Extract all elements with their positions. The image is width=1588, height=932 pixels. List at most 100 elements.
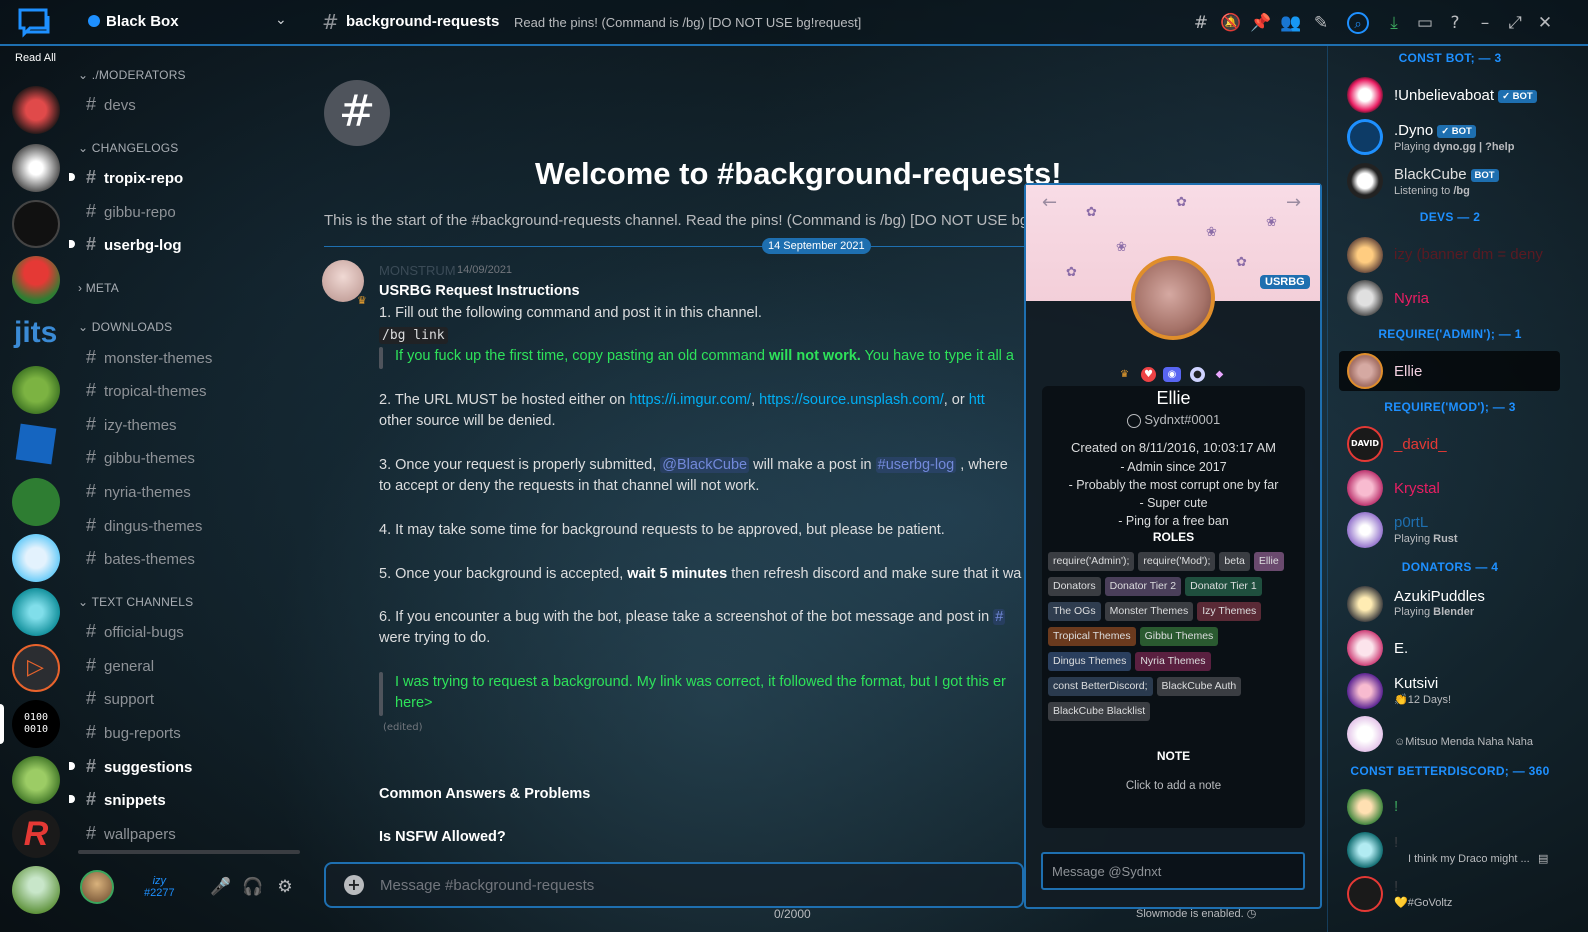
- r-server-icon[interactable]: R: [12, 810, 60, 858]
- user-avatar[interactable]: [12, 866, 60, 914]
- member-avatar[interactable]: [1347, 832, 1383, 868]
- channel-official-bugs[interactable]: # official-bugs: [86, 621, 184, 642]
- server-icon[interactable]: [12, 534, 60, 582]
- member-name[interactable]: izy (banner dm = deny: [1394, 246, 1564, 263]
- hypesquad-badge-icon[interactable]: ♛: [1117, 367, 1132, 382]
- binary-server-icon[interactable]: 0100 0010: [12, 700, 60, 748]
- headphones-icon[interactable]: 🎧: [242, 876, 264, 898]
- member-avatar[interactable]: [1347, 716, 1383, 752]
- user-avatar[interactable]: [80, 870, 114, 904]
- channel-devs[interactable]: # devs: [86, 94, 136, 115]
- member-name[interactable]: Kutsivi: [1394, 675, 1438, 692]
- bot-dev-badge-icon[interactable]: ◉: [1163, 367, 1181, 382]
- chevron-down-icon[interactable]: ⌄: [275, 12, 287, 28]
- mute-bell-icon[interactable]: 🔕: [1220, 12, 1242, 34]
- server-icon[interactable]: [12, 478, 60, 526]
- member-avatar[interactable]: [1347, 237, 1383, 273]
- channel-gibbu-themes[interactable]: # gibbu-themes: [86, 447, 195, 468]
- channel-snippets[interactable]: # snippets: [86, 789, 166, 810]
- nitro-heart-badge-icon[interactable]: ♥: [1141, 367, 1156, 382]
- member-avatar[interactable]: [1347, 163, 1383, 199]
- category-text-channels[interactable]: ⌄ TEXT CHANNELS: [78, 595, 193, 609]
- member-name[interactable]: !: [1394, 834, 1398, 851]
- boost-gem-badge-icon[interactable]: ◆: [1212, 367, 1227, 382]
- channel-topic[interactable]: Read the pins! (Command is /bg) [DO NOT …: [514, 15, 861, 30]
- member-name[interactable]: !: [1394, 878, 1398, 895]
- server-icon[interactable]: [12, 144, 60, 192]
- download-icon[interactable]: ⤓: [1383, 12, 1405, 34]
- channel-wallpapers[interactable]: # wallpapers: [86, 823, 176, 844]
- channel-monster-themes[interactable]: # monster-themes: [86, 347, 212, 368]
- member-name[interactable]: BlackCube BOT: [1394, 166, 1499, 183]
- channel-gibbu-repo[interactable]: # gibbu-repo: [86, 201, 176, 222]
- member-avatar[interactable]: [1347, 353, 1383, 389]
- app-logo-icon[interactable]: [18, 8, 54, 38]
- server-icon[interactable]: [12, 256, 60, 304]
- server-icon[interactable]: [12, 86, 60, 134]
- cube-server-icon[interactable]: [15, 423, 57, 465]
- add-attachment-icon[interactable]: +: [344, 875, 364, 895]
- help-icon[interactable]: ?: [1444, 12, 1466, 34]
- server-icon[interactable]: [12, 200, 60, 248]
- note-field[interactable]: Click to add a note: [1042, 780, 1305, 792]
- channel-bug-reports[interactable]: # bug-reports: [86, 722, 181, 743]
- member-avatar[interactable]: [1347, 789, 1383, 825]
- member-name[interactable]: _david_: [1394, 436, 1447, 453]
- dm-input[interactable]: Message @Sydnxt: [1052, 864, 1161, 879]
- category-changelogs[interactable]: ⌄ CHANGELOGS: [78, 141, 178, 155]
- channel-userbg-log[interactable]: # userbg-log: [86, 234, 182, 255]
- inbox-icon[interactable]: ▭: [1414, 12, 1436, 34]
- mute-mic-icon[interactable]: 🎤: [210, 876, 232, 898]
- next-arrow-icon[interactable]: →: [1286, 192, 1301, 213]
- notes-icon[interactable]: ✎: [1310, 12, 1332, 34]
- search-icon[interactable]: ⌕: [1347, 12, 1369, 34]
- channel-dingus-themes[interactable]: # dingus-themes: [86, 515, 202, 536]
- server-icon[interactable]: [12, 756, 60, 804]
- members-icon[interactable]: 👥: [1280, 12, 1302, 34]
- member-avatar[interactable]: [1347, 512, 1383, 548]
- settings-gear-icon[interactable]: ⚙: [274, 876, 296, 898]
- member-avatar[interactable]: [1347, 586, 1383, 622]
- channel-support[interactable]: # support: [86, 688, 154, 709]
- threads-icon[interactable]: #: [1190, 12, 1212, 34]
- member-avatar[interactable]: [1347, 876, 1383, 912]
- channel-izy-themes[interactable]: # izy-themes: [86, 414, 177, 435]
- profile-tag[interactable]: Sydnxt#0001: [1042, 412, 1305, 428]
- member-name[interactable]: p0rtL: [1394, 514, 1428, 531]
- member-avatar[interactable]: [1347, 280, 1383, 316]
- member-name[interactable]: !Unbelievaboat ✓ BOT: [1394, 87, 1537, 104]
- channel-tropix-repo[interactable]: # tropix-repo: [86, 167, 183, 188]
- server-name[interactable]: Black Box: [106, 13, 179, 30]
- minimize-icon[interactable]: –: [1474, 12, 1496, 34]
- close-icon[interactable]: ✕: [1534, 12, 1556, 34]
- channel-suggestions[interactable]: # suggestions: [86, 756, 192, 777]
- channel-scrollbar[interactable]: [78, 850, 300, 854]
- member-name[interactable]: AzukiPuddles: [1394, 588, 1485, 605]
- read-all-button[interactable]: Read All: [15, 52, 56, 64]
- member-name[interactable]: !: [1394, 798, 1398, 815]
- jits-server-icon[interactable]: jits: [14, 316, 57, 350]
- message-input[interactable]: Message #background-requests: [380, 877, 594, 894]
- maximize-icon[interactable]: ⤢: [1504, 12, 1526, 34]
- member-avatar[interactable]: [1347, 77, 1383, 113]
- user-tag[interactable]: izy #2277: [144, 875, 175, 899]
- member-avatar[interactable]: [1347, 119, 1383, 155]
- member-avatar[interactable]: DAVID: [1347, 426, 1383, 462]
- server-icon[interactable]: [12, 588, 60, 636]
- member-name[interactable]: .Dyno ✓ BOT: [1394, 122, 1476, 139]
- member-name[interactable]: Ellie: [1394, 363, 1422, 380]
- member-name[interactable]: Krystal: [1394, 480, 1440, 497]
- previous-arrow-icon[interactable]: ←: [1042, 192, 1057, 213]
- pin-icon[interactable]: 📌: [1250, 12, 1272, 34]
- channel-tropical-themes[interactable]: # tropical-themes: [86, 380, 207, 401]
- member-avatar[interactable]: [1347, 470, 1383, 506]
- early-supporter-badge-icon[interactable]: ●: [1190, 367, 1205, 382]
- member-name[interactable]: E.: [1394, 640, 1408, 657]
- category-moderators[interactable]: ⌄ ./MODERATORS: [78, 68, 186, 82]
- member-avatar[interactable]: [1347, 673, 1383, 709]
- category-meta[interactable]: › META: [78, 281, 119, 295]
- member-name[interactable]: Nyria: [1394, 290, 1429, 307]
- channel-bates-themes[interactable]: # bates-themes: [86, 548, 195, 569]
- category-downloads[interactable]: ⌄ DOWNLOADS: [78, 320, 172, 334]
- member-avatar[interactable]: [1347, 630, 1383, 666]
